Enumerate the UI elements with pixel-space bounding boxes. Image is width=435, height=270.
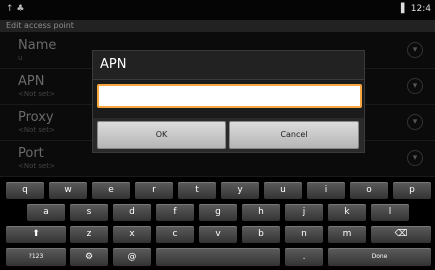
screen-title-bar: Edit access point: [0, 20, 435, 32]
notification-icons: ↑ ♣: [6, 4, 25, 14]
key-j[interactable]: j: [285, 204, 323, 221]
ok-button[interactable]: OK: [97, 121, 226, 149]
key-b[interactable]: b: [242, 226, 280, 243]
dialog-title-bar: APN: [93, 51, 364, 80]
symbols-key[interactable]: ?123: [6, 248, 66, 266]
list-item-title: Name: [18, 38, 57, 53]
cancel-button[interactable]: Cancel: [229, 121, 359, 149]
chevron-down-icon: ▾: [407, 78, 423, 94]
chevron-down-icon: ▾: [407, 150, 423, 166]
list-item-value: u: [18, 54, 23, 62]
key-h[interactable]: h: [242, 204, 280, 221]
key-z[interactable]: z: [70, 226, 108, 243]
key-k[interactable]: k: [328, 204, 366, 221]
key-n[interactable]: n: [285, 226, 323, 243]
list-item-value: <Not set>: [18, 162, 55, 170]
key-w[interactable]: w: [49, 182, 87, 199]
key-m[interactable]: m: [328, 226, 366, 243]
settings-key[interactable]: ⚙: [70, 248, 108, 266]
key-v[interactable]: v: [199, 226, 237, 243]
apn-dialog: APN OK Cancel: [92, 50, 365, 153]
key-e[interactable]: e: [92, 182, 130, 199]
list-item-title: Proxy: [18, 110, 54, 125]
chevron-down-icon: ▾: [407, 42, 423, 58]
status-time: 12:4: [410, 4, 431, 14]
soft-keyboard: q w e r t y u i o p a s d f g h j k l ⬆ …: [0, 177, 435, 270]
screen-title: Edit access point: [6, 21, 74, 30]
signal-icon: ▌: [400, 4, 408, 14]
at-key[interactable]: @: [113, 248, 151, 266]
key-a[interactable]: a: [27, 204, 65, 221]
key-o[interactable]: o: [350, 182, 388, 199]
key-g[interactable]: g: [199, 204, 237, 221]
list-item-value: <Not set>: [18, 90, 55, 98]
key-c[interactable]: c: [156, 226, 194, 243]
list-item-value: <Not set>: [18, 126, 55, 134]
status-bar: ↑ ♣ ▌ 12:4: [0, 0, 435, 20]
key-u[interactable]: u: [264, 182, 302, 199]
list-item-title: APN: [18, 74, 45, 89]
shift-key[interactable]: ⬆: [6, 226, 66, 243]
backspace-key[interactable]: ⌫: [371, 226, 431, 243]
list-item-title: Port: [18, 146, 44, 161]
key-q[interactable]: q: [6, 182, 44, 199]
apn-input[interactable]: [97, 84, 362, 108]
key-y[interactable]: y: [221, 182, 259, 199]
key-x[interactable]: x: [113, 226, 151, 243]
key-t[interactable]: t: [178, 182, 216, 199]
key-d[interactable]: d: [113, 204, 151, 221]
clock: ▌ 12:4: [401, 4, 431, 14]
key-f[interactable]: f: [156, 204, 194, 221]
chevron-down-icon: ▾: [407, 114, 423, 130]
key-l[interactable]: l: [371, 204, 409, 221]
spacebar-key[interactable]: [156, 248, 280, 266]
period-key[interactable]: .: [285, 248, 323, 266]
dialog-button-bar: OK Cancel: [93, 118, 364, 152]
dialog-title: APN: [100, 57, 127, 72]
key-s[interactable]: s: [70, 204, 108, 221]
key-i[interactable]: i: [307, 182, 345, 199]
done-key[interactable]: Done: [328, 248, 431, 266]
key-r[interactable]: r: [135, 182, 173, 199]
key-p[interactable]: p: [393, 182, 431, 199]
